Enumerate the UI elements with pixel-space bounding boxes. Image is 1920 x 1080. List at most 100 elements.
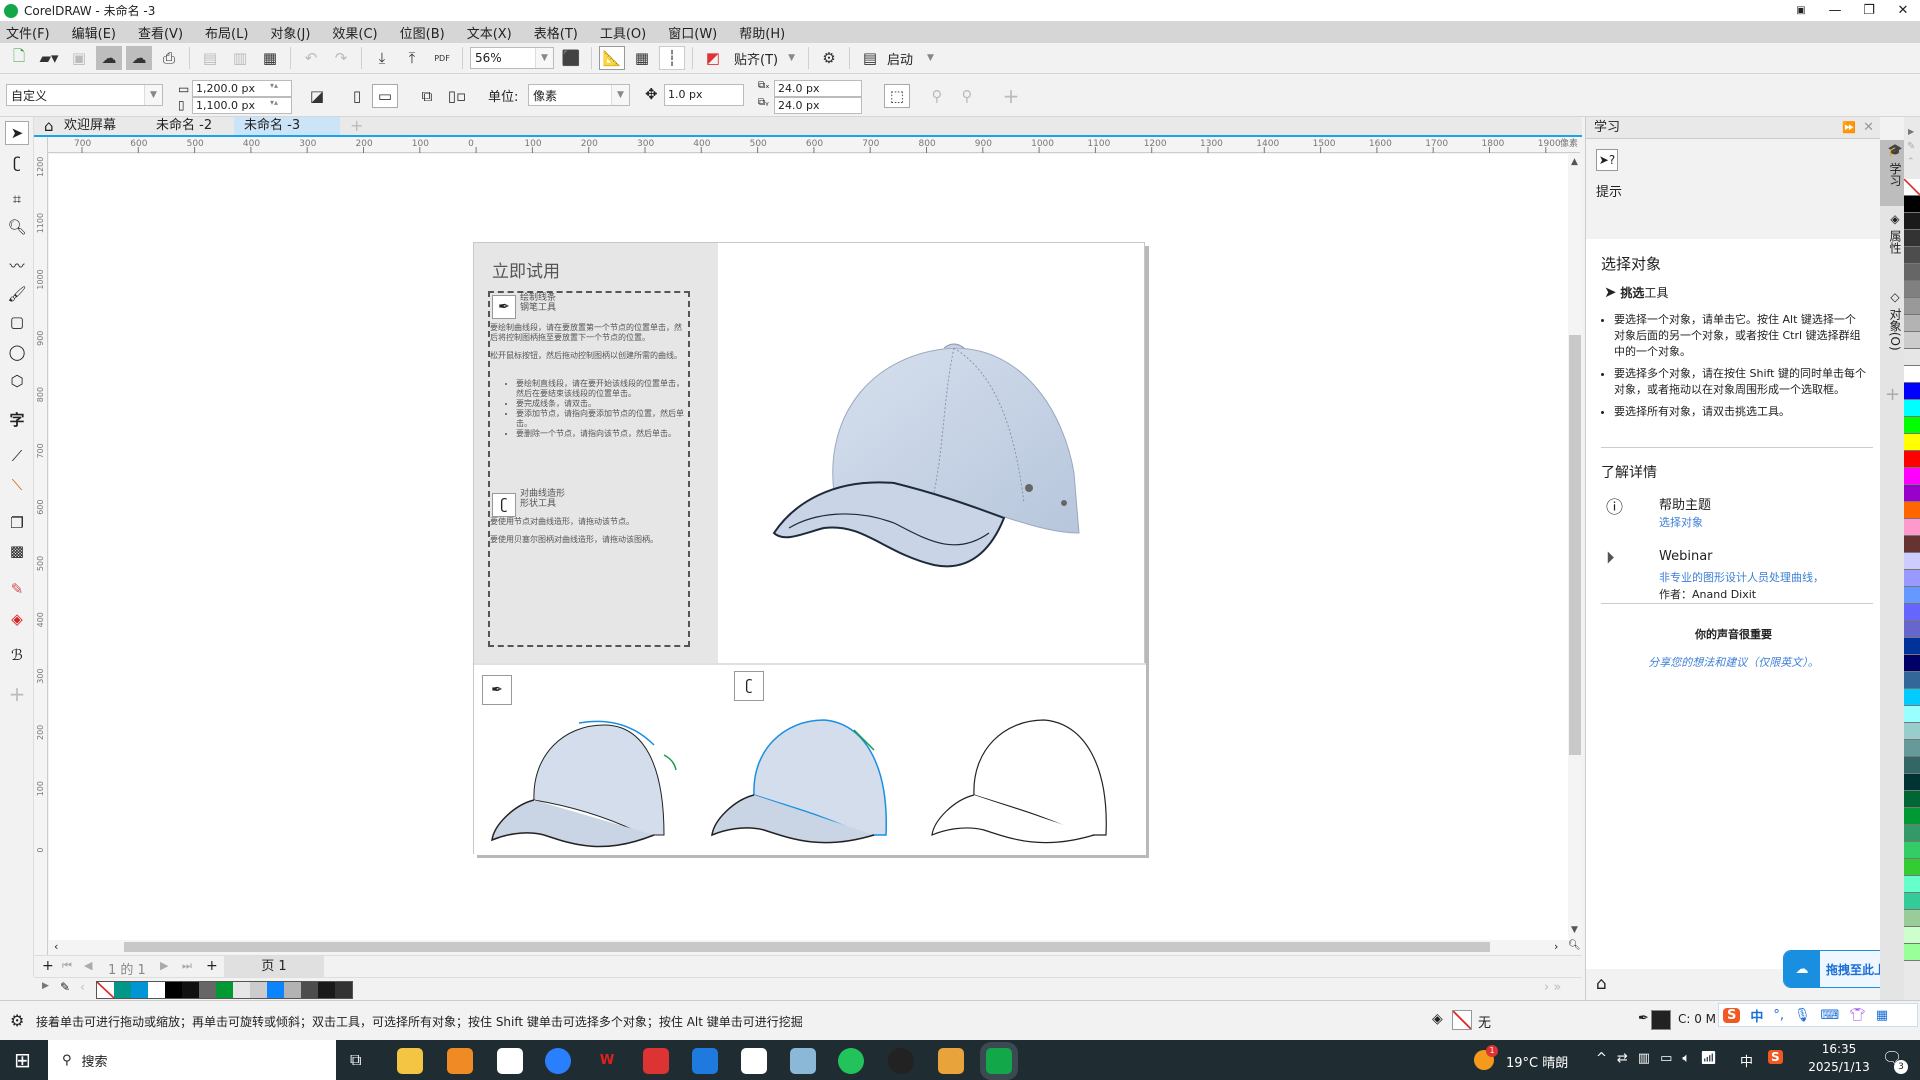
- color-swatch[interactable]: [1904, 927, 1920, 944]
- windows-start-icon[interactable]: ⊞: [14, 1048, 31, 1072]
- file-explorer-icon[interactable]: [397, 1048, 423, 1074]
- hints-icon[interactable]: ➤?: [1596, 149, 1618, 171]
- app-icon[interactable]: [447, 1048, 473, 1074]
- vertical-ruler[interactable]: 1200 1100 1000 900 800 700 600 500 400 300 200 100 0: [34, 137, 48, 955]
- baidu-netdisk-icon[interactable]: [741, 1048, 767, 1074]
- color-swatch[interactable]: [1904, 502, 1920, 519]
- color-swatch[interactable]: [1904, 383, 1920, 400]
- chevron-down-icon[interactable]: ▼: [927, 53, 934, 63]
- color-swatch[interactable]: [182, 982, 199, 998]
- launch-dropdown[interactable]: 启动: [887, 49, 913, 68]
- weather-text[interactable]: 19°C 晴朗: [1506, 1052, 1568, 1071]
- color-swatch[interactable]: [1904, 655, 1920, 672]
- new-document-icon[interactable]: 🗋: [6, 46, 32, 70]
- export-icon[interactable]: ⤒: [399, 46, 425, 70]
- webinar-link[interactable]: 非专业的图形设计人员处理曲线，: [1659, 569, 1824, 585]
- color-swatch[interactable]: [233, 982, 250, 998]
- color-swatch[interactable]: [1904, 604, 1920, 621]
- keyboard-icon[interactable]: ⌨: [1821, 1008, 1840, 1023]
- save-icon[interactable]: ▣: [66, 46, 92, 70]
- color-swatch[interactable]: [1904, 213, 1920, 230]
- spin-arrows-icon[interactable]: ▾▴: [270, 81, 278, 90]
- color-swatch[interactable]: [1904, 485, 1920, 502]
- dimension-tool-icon[interactable]: ⟋: [5, 444, 29, 468]
- color-swatch[interactable]: [1904, 859, 1920, 876]
- color-swatch[interactable]: [1904, 621, 1920, 638]
- color-swatch[interactable]: [1904, 672, 1920, 689]
- palette-scroll-left-icon[interactable]: ‹: [80, 980, 85, 994]
- ime-language[interactable]: 中: [1750, 1006, 1763, 1025]
- cloud-app-icon[interactable]: [497, 1048, 523, 1074]
- color-swatch[interactable]: [199, 982, 216, 998]
- color-swatch[interactable]: [1904, 536, 1920, 553]
- zoom-navigator-icon[interactable]: 🔍︎: [1568, 940, 1581, 951]
- clock-date[interactable]: 2025/1/13: [1804, 1060, 1874, 1074]
- restore-button[interactable]: ❐: [1852, 0, 1886, 21]
- color-swatch[interactable]: [1904, 468, 1920, 485]
- edit-proofing-icon[interactable]: ⚲: [924, 84, 950, 108]
- scroll-up-icon[interactable]: ▲: [1571, 157, 1578, 167]
- color-swatch[interactable]: [131, 982, 148, 998]
- scroll-down-icon[interactable]: ▼: [1571, 925, 1578, 935]
- next-page-icon[interactable]: ▶: [160, 959, 168, 972]
- transparency-tool-icon[interactable]: ▩: [5, 539, 29, 563]
- app-icon[interactable]: [888, 1048, 914, 1074]
- color-swatch[interactable]: [1904, 400, 1920, 417]
- task-view-icon[interactable]: ⧉: [350, 1050, 361, 1070]
- notepad-icon[interactable]: [790, 1048, 816, 1074]
- color-swatch[interactable]: [1904, 519, 1920, 536]
- screen-capture-icon[interactable]: ▣: [1784, 0, 1818, 21]
- last-page-icon[interactable]: ⏭: [182, 959, 192, 973]
- docker-tab-properties[interactable]: ◈ 属性: [1880, 212, 1904, 272]
- color-swatch[interactable]: [267, 982, 284, 998]
- color-swatch[interactable]: [165, 982, 182, 998]
- add-tool-icon[interactable]: +: [5, 682, 29, 706]
- coreldraw-taskbar-icon[interactable]: [986, 1048, 1012, 1074]
- shape-tool-icon[interactable]: ʗ: [5, 151, 29, 175]
- color-swatch[interactable]: [1904, 740, 1920, 757]
- outline-color-swatch[interactable]: [1651, 1010, 1671, 1030]
- interactive-fill-icon[interactable]: ◈: [5, 607, 29, 631]
- page-tab-1[interactable]: 页 1: [224, 956, 324, 977]
- menu-layout[interactable]: 布局(L): [205, 23, 248, 42]
- vertical-scrollbar[interactable]: ▲ ▼: [1568, 155, 1582, 939]
- horizontal-ruler[interactable]: 700 600 500 400 300 200 100 0 100 200 300 400 500 600…: [48, 137, 1580, 153]
- color-swatch[interactable]: [1904, 349, 1920, 366]
- sogou-tray-icon[interactable]: S: [1768, 1050, 1783, 1064]
- palette-scroll-up-icon[interactable]: ⌃: [1907, 157, 1915, 167]
- menu-bitmaps[interactable]: 位图(B): [400, 23, 445, 42]
- help-topic-link[interactable]: 选择对象: [1659, 514, 1703, 530]
- launch-icon[interactable]: ▤: [857, 46, 883, 70]
- chevron-down-icon[interactable]: ▼: [535, 48, 553, 68]
- browser-icon[interactable]: [545, 1048, 571, 1074]
- color-swatch[interactable]: [1904, 706, 1920, 723]
- color-swatch[interactable]: [1904, 247, 1920, 264]
- color-swatch[interactable]: [250, 982, 267, 998]
- menu-text[interactable]: 文本(X): [467, 23, 512, 42]
- show-grid-icon[interactable]: ▦: [629, 46, 655, 70]
- copy-icon[interactable]: ▥: [227, 46, 253, 70]
- color-swatch[interactable]: [1904, 689, 1920, 706]
- color-swatch[interactable]: [1904, 808, 1920, 825]
- color-swatch[interactable]: [1904, 944, 1920, 961]
- menu-effects[interactable]: 效果(C): [332, 23, 377, 42]
- color-swatch[interactable]: [1904, 723, 1920, 740]
- menu-object[interactable]: 对象(J): [270, 23, 310, 42]
- print-icon[interactable]: ⎙: [156, 46, 182, 70]
- clock-time[interactable]: 16:35: [1804, 1042, 1874, 1056]
- add-page-after-icon[interactable]: +: [206, 958, 218, 974]
- page-preset-select[interactable]: 自定义 ▼: [6, 84, 163, 106]
- expand-docker-icon[interactable]: ⏩: [1842, 117, 1856, 139]
- duplicate-y-input[interactable]: 24.0 px: [774, 97, 862, 114]
- paste-icon[interactable]: ▦: [257, 46, 283, 70]
- color-swatch[interactable]: [216, 982, 233, 998]
- landscape-icon[interactable]: ▭: [372, 84, 398, 108]
- color-swatch[interactable]: [1904, 315, 1920, 332]
- eyedropper-icon[interactable]: ✎: [1907, 141, 1915, 152]
- color-swatch[interactable]: [1904, 842, 1920, 859]
- chevron-down-icon[interactable]: ▼: [611, 85, 629, 105]
- minimize-button[interactable]: —: [1818, 0, 1852, 21]
- color-swatch[interactable]: [114, 982, 131, 998]
- menu-view[interactable]: 查看(V): [138, 23, 183, 42]
- tab-welcome[interactable]: 欢迎屏幕: [54, 117, 126, 135]
